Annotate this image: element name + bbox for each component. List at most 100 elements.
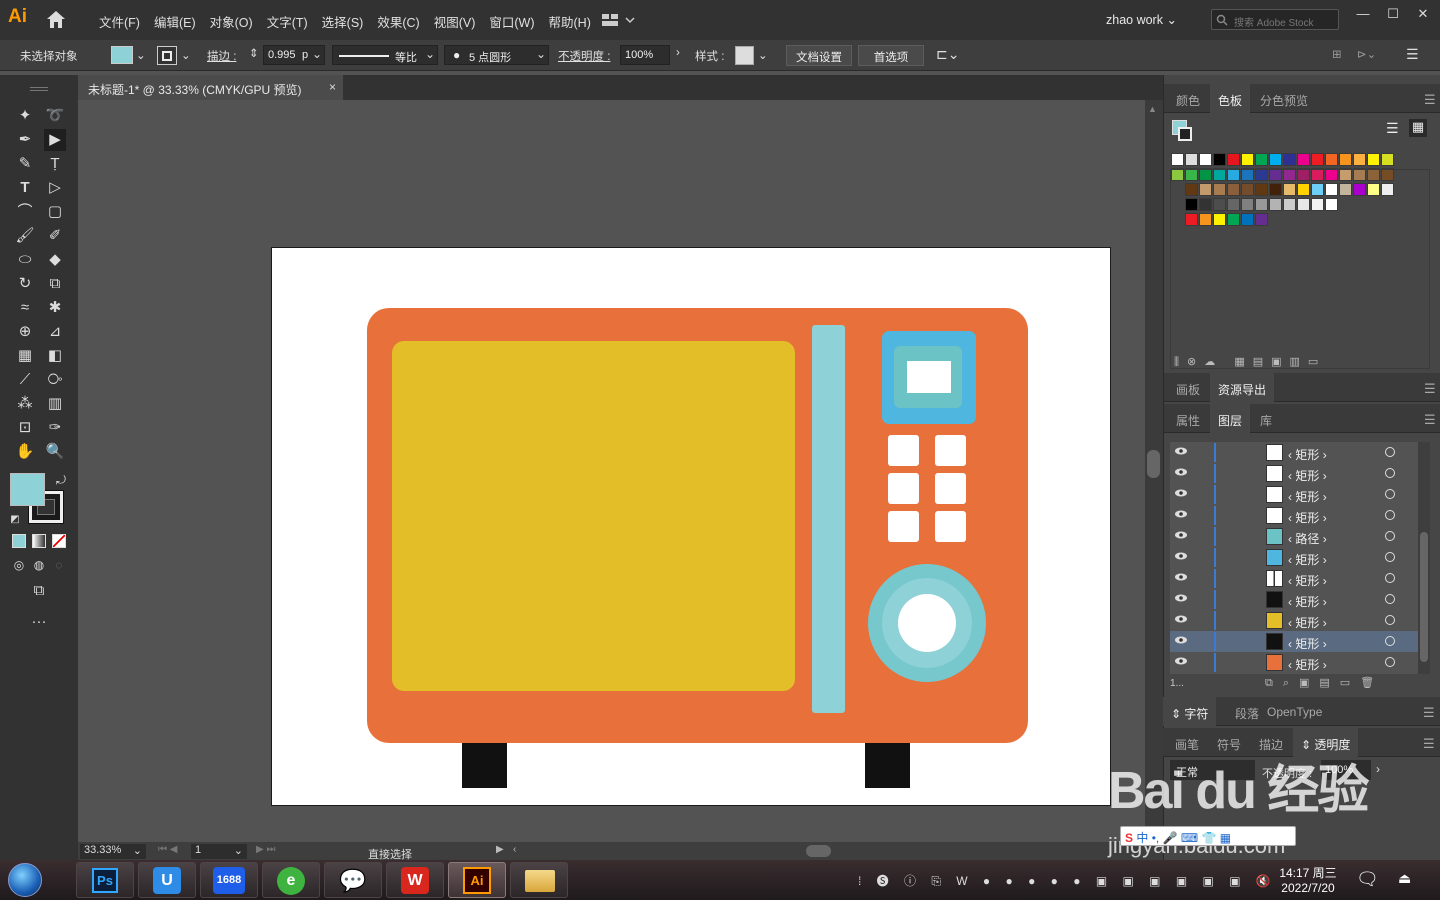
color-swatch[interactable] — [1185, 213, 1198, 226]
color-swatch[interactable] — [1213, 168, 1226, 181]
swap-fill-stroke-icon[interactable]: ⤾ — [50, 469, 72, 491]
zoom-icon[interactable]: 🔍 — [44, 441, 66, 463]
document-setup-button[interactable]: 文档设置 — [786, 45, 852, 66]
scroll-left-icon[interactable]: ‹ — [513, 844, 516, 855]
warp-icon[interactable]: ≈ — [14, 297, 36, 319]
color-swatch[interactable] — [1241, 153, 1254, 166]
visibility-eye-icon[interactable] — [1174, 614, 1188, 624]
ime-toolbar[interactable]: S 中 •, 🎤 ⌨ 👕 ▦ — [1120, 826, 1296, 846]
system-tray-icons[interactable]: ⁞ 🅢 ⓘ ⎘ W ● ● ● ● ● ▣ ▣ ▣ ▣ ▣ ▣ 🔇 — [858, 872, 1277, 889]
color-swatch[interactable] — [1339, 168, 1352, 181]
document-tab[interactable]: 未标题-1* @ 33.33% (CMYK/GPU 预览) × — [78, 75, 343, 100]
notification-icon[interactable]: ⏏ — [1398, 870, 1422, 890]
menu-view[interactable]: 视图(V) — [427, 12, 483, 31]
fill-dropdown-icon[interactable]: ⌄ — [136, 48, 146, 68]
opacity-slider-arrow-icon[interactable]: › — [1376, 762, 1380, 776]
color-swatch[interactable] — [1199, 168, 1212, 181]
preferences-button[interactable]: 首选项 — [858, 45, 924, 66]
eyedropper-icon[interactable]: ⟋ — [14, 369, 36, 391]
pen-icon[interactable]: ✎ — [14, 153, 36, 175]
color-swatch[interactable] — [1297, 198, 1310, 211]
layer-row[interactable]: ‹ 路径 › — [1170, 526, 1418, 547]
artboard[interactable] — [271, 247, 1111, 806]
color-swatch[interactable] — [1325, 198, 1338, 211]
close-icon[interactable]: ✕ — [1408, 6, 1438, 22]
color-swatch[interactable] — [1199, 183, 1212, 196]
color-swatch[interactable] — [1325, 153, 1338, 166]
transform-icon[interactable]: ⊳⌄ — [1357, 47, 1376, 67]
color-swatch[interactable] — [1255, 213, 1268, 226]
layer-row[interactable]: ‹ 矩形 › — [1170, 484, 1418, 505]
menu-select[interactable]: 选择(S) — [315, 12, 371, 31]
tab-color[interactable]: 颜色 — [1168, 84, 1208, 113]
scale-icon[interactable]: ⧉ — [44, 273, 66, 295]
menu-help[interactable]: 帮助(H) — [542, 12, 598, 31]
rotate-icon[interactable]: ↻ — [14, 273, 36, 295]
color-swatch[interactable] — [1283, 168, 1296, 181]
color-swatch[interactable] — [1227, 213, 1240, 226]
layer-target-icon[interactable] — [1385, 615, 1395, 625]
color-swatch[interactable] — [1353, 153, 1366, 166]
fill-color-box[interactable] — [10, 473, 45, 506]
color-swatch[interactable] — [1325, 183, 1338, 196]
visibility-eye-icon[interactable] — [1174, 572, 1188, 582]
start-button[interactable] — [8, 863, 42, 897]
stroke-dropdown-icon[interactable]: ⌄ — [181, 48, 191, 68]
stroke-stepper-icon[interactable]: ⇕ — [249, 46, 259, 66]
curvature-icon[interactable]: Ṭ — [44, 153, 66, 175]
color-swatch[interactable] — [1185, 153, 1198, 166]
tab-separations[interactable]: 分色预览 — [1252, 84, 1316, 113]
color-swatch[interactable] — [1283, 198, 1296, 211]
color-swatch[interactable] — [1171, 168, 1184, 181]
layer-row[interactable]: ‹ 矩形 › — [1170, 547, 1418, 568]
swatch-stroke-indicator[interactable] — [1178, 127, 1192, 141]
color-swatch[interactable] — [1213, 213, 1226, 226]
magic-wand-icon[interactable]: ✦ — [14, 105, 36, 127]
status-menu-icon[interactable]: ▶ — [496, 844, 504, 855]
color-swatch[interactable] — [1367, 168, 1380, 181]
shape-builder-icon[interactable]: ⊕ — [14, 321, 36, 343]
layer-target-icon[interactable] — [1385, 573, 1395, 583]
color-swatch[interactable] — [1213, 183, 1226, 196]
visibility-eye-icon[interactable] — [1174, 551, 1188, 561]
color-swatch[interactable] — [1255, 183, 1268, 196]
lasso-icon[interactable]: ➰ — [44, 105, 66, 127]
panel-menu-icon[interactable]: ☰ — [1415, 728, 1440, 757]
close-tab-icon[interactable]: × — [329, 80, 336, 94]
tab-libraries[interactable]: 库 — [1252, 404, 1280, 433]
more-tools-icon[interactable]: ··· — [28, 611, 50, 633]
color-swatch[interactable] — [1185, 198, 1198, 211]
color-swatch[interactable] — [1367, 153, 1380, 166]
next-page-icon[interactable]: ▶ ⏭ — [256, 844, 275, 855]
menu-type[interactable]: 文字(T) — [260, 12, 315, 31]
color-swatch[interactable] — [1353, 168, 1366, 181]
color-swatch[interactable] — [1269, 153, 1282, 166]
layer-row[interactable]: ‹ 矩形 › — [1170, 610, 1418, 631]
visibility-eye-icon[interactable] — [1174, 593, 1188, 603]
rectangle-icon[interactable]: ▢ — [44, 201, 66, 223]
toolbar-grip[interactable] — [30, 87, 48, 91]
color-swatch[interactable] — [1367, 183, 1380, 196]
menu-window[interactable]: 窗口(W) — [482, 12, 541, 31]
list-view-icon[interactable]: ☰ — [1386, 120, 1399, 137]
taskbar-illustrator[interactable]: Ai — [448, 862, 506, 898]
taskbar-wechat[interactable]: 💬 — [324, 862, 382, 898]
taskbar-photoshop[interactable]: Ps — [76, 862, 134, 898]
color-swatch[interactable] — [1199, 153, 1212, 166]
arc-icon[interactable]: ⌒ — [14, 201, 36, 223]
visibility-eye-icon[interactable] — [1174, 488, 1188, 498]
blend-icon[interactable]: ⧂ — [44, 369, 66, 391]
color-swatch[interactable] — [1297, 168, 1310, 181]
color-swatch[interactable] — [1269, 198, 1282, 211]
color-swatch[interactable] — [1241, 183, 1254, 196]
menu-file[interactable]: 文件(F) — [92, 12, 147, 31]
tab-opentype[interactable]: OpenType — [1259, 697, 1330, 726]
maximize-icon[interactable]: ☐ — [1378, 6, 1408, 22]
stroke-label[interactable]: 描边 : — [207, 48, 236, 68]
tab-asset-export[interactable]: 资源导出 — [1210, 373, 1275, 402]
layers-actions[interactable]: ⧉⌕▣▤▭🗑 — [1265, 676, 1384, 690]
user-account[interactable]: zhao work ⌄ — [1106, 12, 1177, 27]
paintbrush-icon[interactable]: 🖌 — [14, 225, 36, 247]
layer-row[interactable]: ‹ 矩形 › — [1170, 652, 1418, 673]
color-swatch[interactable] — [1227, 168, 1240, 181]
